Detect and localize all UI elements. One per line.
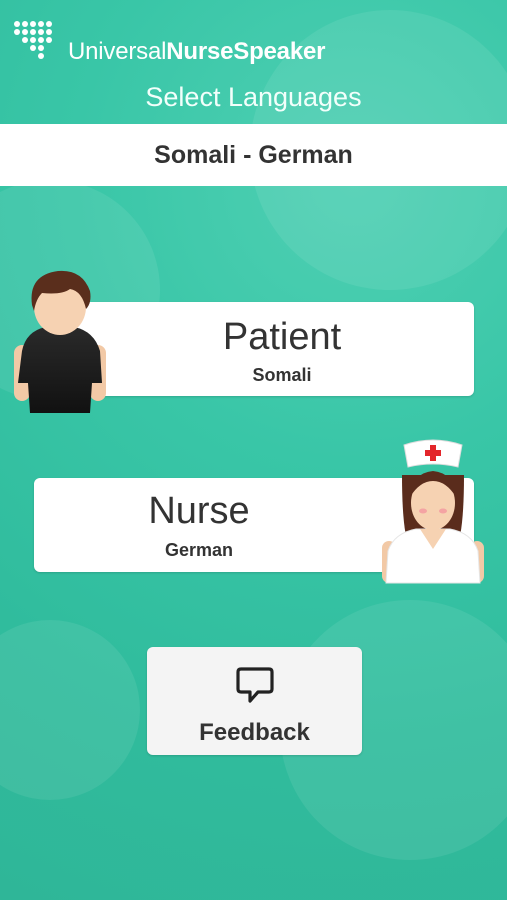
speech-bubble-icon (236, 667, 274, 703)
app-header: UniversalNurseSpeaker Select Languages (0, 0, 507, 124)
logo-text: UniversalNurseSpeaker (68, 38, 326, 65)
patient-avatar-icon (14, 270, 106, 413)
language-pair-selector[interactable]: Somali - German (0, 124, 507, 186)
app-logo: UniversalNurseSpeaker (14, 14, 325, 66)
patient-language-button[interactable]: Patient Somali (62, 302, 474, 396)
patient-role-label: Patient (222, 316, 342, 358)
nurse-language-label: German (164, 540, 234, 560)
nurse-role-label: Nurse (148, 490, 250, 532)
feedback-label: Feedback (199, 719, 310, 746)
language-pair-label: Somali - German (154, 140, 353, 169)
logo-dots-icon (14, 21, 60, 59)
screen-title: Select Languages (145, 82, 362, 112)
patient-language-label: Somali (252, 365, 312, 385)
nurse-avatar-icon (382, 439, 484, 584)
feedback-button[interactable]: Feedback (147, 647, 362, 755)
